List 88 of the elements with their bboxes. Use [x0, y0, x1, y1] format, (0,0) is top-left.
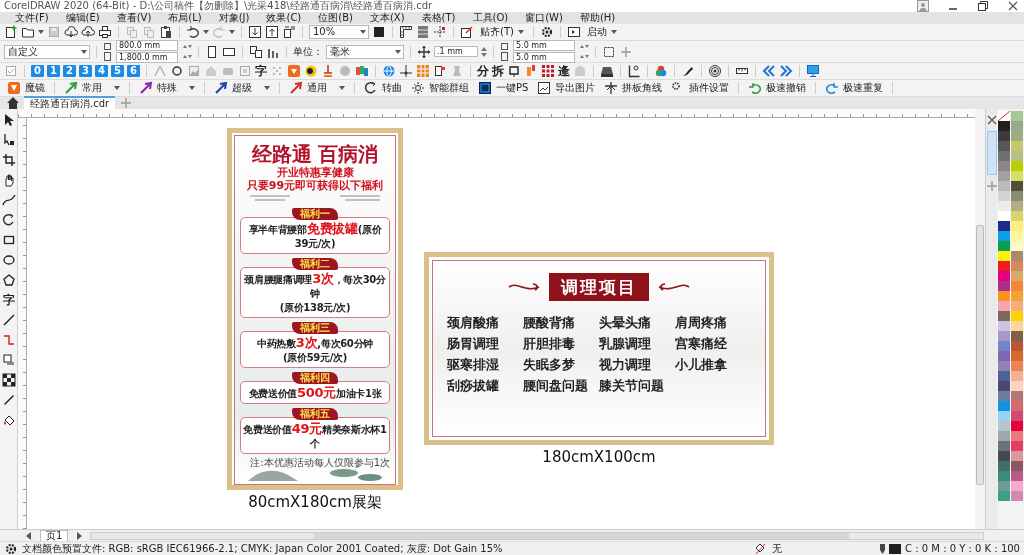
therapy-item: 失眠多梦 — [523, 356, 576, 374]
poster-subtitle: 只要99元即可获得以下福利 — [246, 179, 384, 192]
size-caption: 80cmX180cm展架 — [248, 492, 382, 512]
page-width-field[interactable]: 800.0 mm — [116, 40, 178, 51]
plugin-button[interactable]: 超级 — [211, 81, 273, 95]
launch-button[interactable]: 启动 — [583, 26, 620, 38]
fill-status: 无 — [772, 542, 783, 555]
plugin-button[interactable]: 极速撤销 — [745, 81, 810, 95]
page-preset-dropdown[interactable]: 自定义 — [4, 44, 90, 59]
number-button[interactable]: 2 — [63, 65, 76, 77]
color-profile-text: 文档颜色预置文件: RGB: sRGB IEC61966-2.1; CMYK: Japan Color 2001 Coated; 灰度: Dot Gain 15% — [22, 542, 503, 555]
page-tab[interactable]: 页1 — [40, 529, 69, 542]
zoom-field[interactable]: 10% — [309, 25, 369, 39]
benefit-text: 免费送价值49元精美奈斯水杯1个 — [243, 422, 387, 451]
menu-item[interactable]: 文件(F) — [6, 12, 57, 24]
therapy-item: 刮痧拔罐 — [447, 377, 500, 395]
number-button[interactable]: 3 — [79, 65, 92, 77]
glyph-button[interactable]: 拆 — [492, 64, 504, 78]
duplicate-y-field[interactable]: 5.0 mm — [513, 52, 575, 63]
footnote: 注:本优惠活动每人仅限参与1次 — [250, 457, 390, 468]
plugin-button[interactable]: 极速重复 — [822, 81, 887, 95]
therapy-item: 驱寒排湿 — [447, 356, 500, 374]
poster-title: 经路通 百病消 — [251, 142, 379, 166]
therapy-item: 肠胃调理 — [447, 335, 500, 353]
therapy-item: 膝关节问题 — [599, 377, 665, 395]
plugin-button[interactable]: 拼板角线 — [601, 81, 666, 95]
number-button[interactable]: 5 — [111, 65, 124, 77]
benefit-tag: 福利二 — [292, 258, 338, 270]
menu-item[interactable]: 文本(X) — [360, 12, 413, 24]
plugin-button[interactable]: 导出图片 — [534, 81, 599, 95]
menu-item[interactable]: 编辑(E) — [56, 12, 108, 24]
benefit-text: 享半年背腰部免费拔罐(原价39元/次) — [247, 222, 383, 251]
plugin-button[interactable]: 常用 — [61, 81, 123, 95]
benefit-tag: 福利四 — [292, 372, 338, 384]
poster-subtitle: 开业特惠享健康 — [276, 166, 354, 179]
benefit-tag: 福利三 — [292, 322, 338, 334]
benefit-tag: 福利一 — [292, 208, 338, 220]
number-button[interactable]: 0 — [31, 65, 44, 77]
benefit-text: (原价138元/次) — [279, 301, 351, 315]
benefit-text: (原价59元/次) — [283, 351, 347, 365]
page-height-field[interactable]: 1,800.0 mm — [116, 52, 178, 63]
benefit-text: 颈肩腰腿痛调理3次，每次30分钟 — [243, 272, 387, 301]
plugin-button[interactable]: 一键PS — [475, 81, 532, 95]
therapy-item: 头晕头痛 — [599, 314, 652, 332]
glyph-button[interactable]: 字 — [255, 64, 267, 78]
therapy-item: 小儿推拿 — [675, 356, 728, 374]
menu-item[interactable]: 表格(T) — [412, 12, 464, 24]
benefit-text: 中药热敷3次,每次60分钟 — [257, 336, 373, 351]
number-button[interactable]: 4 — [95, 65, 108, 77]
duplicate-x-field[interactable]: 5.0 mm — [513, 40, 575, 51]
menu-item[interactable]: 工具(O) — [463, 12, 517, 24]
snap-button[interactable]: 贴齐(T) — [477, 26, 527, 38]
therapy-item: 颈肩酸痛 — [447, 314, 500, 332]
number-button[interactable]: 1 — [47, 65, 60, 77]
therapy-item: 腰酸背痛 — [523, 314, 576, 332]
benefit-tag: 福利五 — [292, 408, 338, 420]
glyph-button[interactable]: 分 — [477, 64, 489, 78]
therapy-item: 乳腺调理 — [599, 335, 652, 353]
menu-item[interactable]: 位图(B) — [309, 12, 361, 24]
number-button[interactable]: 6 — [127, 65, 140, 77]
units-dropdown[interactable]: 毫米 — [326, 44, 404, 59]
menu-item[interactable]: 对象(J) — [209, 12, 258, 24]
board-title: 调理项目 — [549, 273, 649, 301]
menu-item[interactable]: 帮助(H) — [570, 12, 624, 24]
plugin-button[interactable]: 魔镜 — [4, 81, 48, 95]
plugin-button[interactable]: 插件设置 — [668, 81, 733, 95]
therapy-item: 宫寒痛经 — [675, 335, 728, 353]
therapy-item: 腰间盘问题 — [523, 377, 589, 395]
document-tab[interactable]: 经路通百病消.cdr — [24, 96, 116, 110]
plugin-button[interactable]: 转曲 — [361, 81, 405, 95]
outline-status: C : 0 M : 0 Y : 0 K : 100 — [905, 542, 1020, 555]
therapy-item: 肝胆排毒 — [523, 335, 576, 353]
plugin-button[interactable]: 特殊 — [136, 81, 198, 95]
glyph-button[interactable]: 逄 — [558, 64, 570, 78]
menu-item[interactable]: 查看(V) — [107, 12, 160, 24]
benefit-text: 免费送价值500元加油卡1张 — [248, 386, 382, 401]
window-title: CorelDRAW 2020 (64-Bit) - D:\公司稿件【勿删除】\光采418\经路通百病消\经路通百病消.cdr — [4, 0, 433, 12]
text-tool[interactable]: 字 — [2, 293, 15, 307]
menu-item[interactable]: 布局(L) — [159, 12, 210, 24]
menu-item[interactable]: 效果(C) — [257, 12, 310, 24]
nudge-field[interactable]: .1 mm — [434, 46, 478, 57]
units-label: 单位： — [293, 45, 323, 59]
menu-item[interactable]: 窗口(W) — [516, 12, 571, 24]
size-caption: 180cmX100cm — [542, 447, 656, 467]
therapy-item: 视力调理 — [599, 356, 652, 374]
plugin-button[interactable]: 通用 — [286, 81, 348, 95]
plugin-button[interactable]: 智能群组 — [408, 81, 472, 95]
therapy-item: 肩周疼痛 — [675, 314, 728, 332]
